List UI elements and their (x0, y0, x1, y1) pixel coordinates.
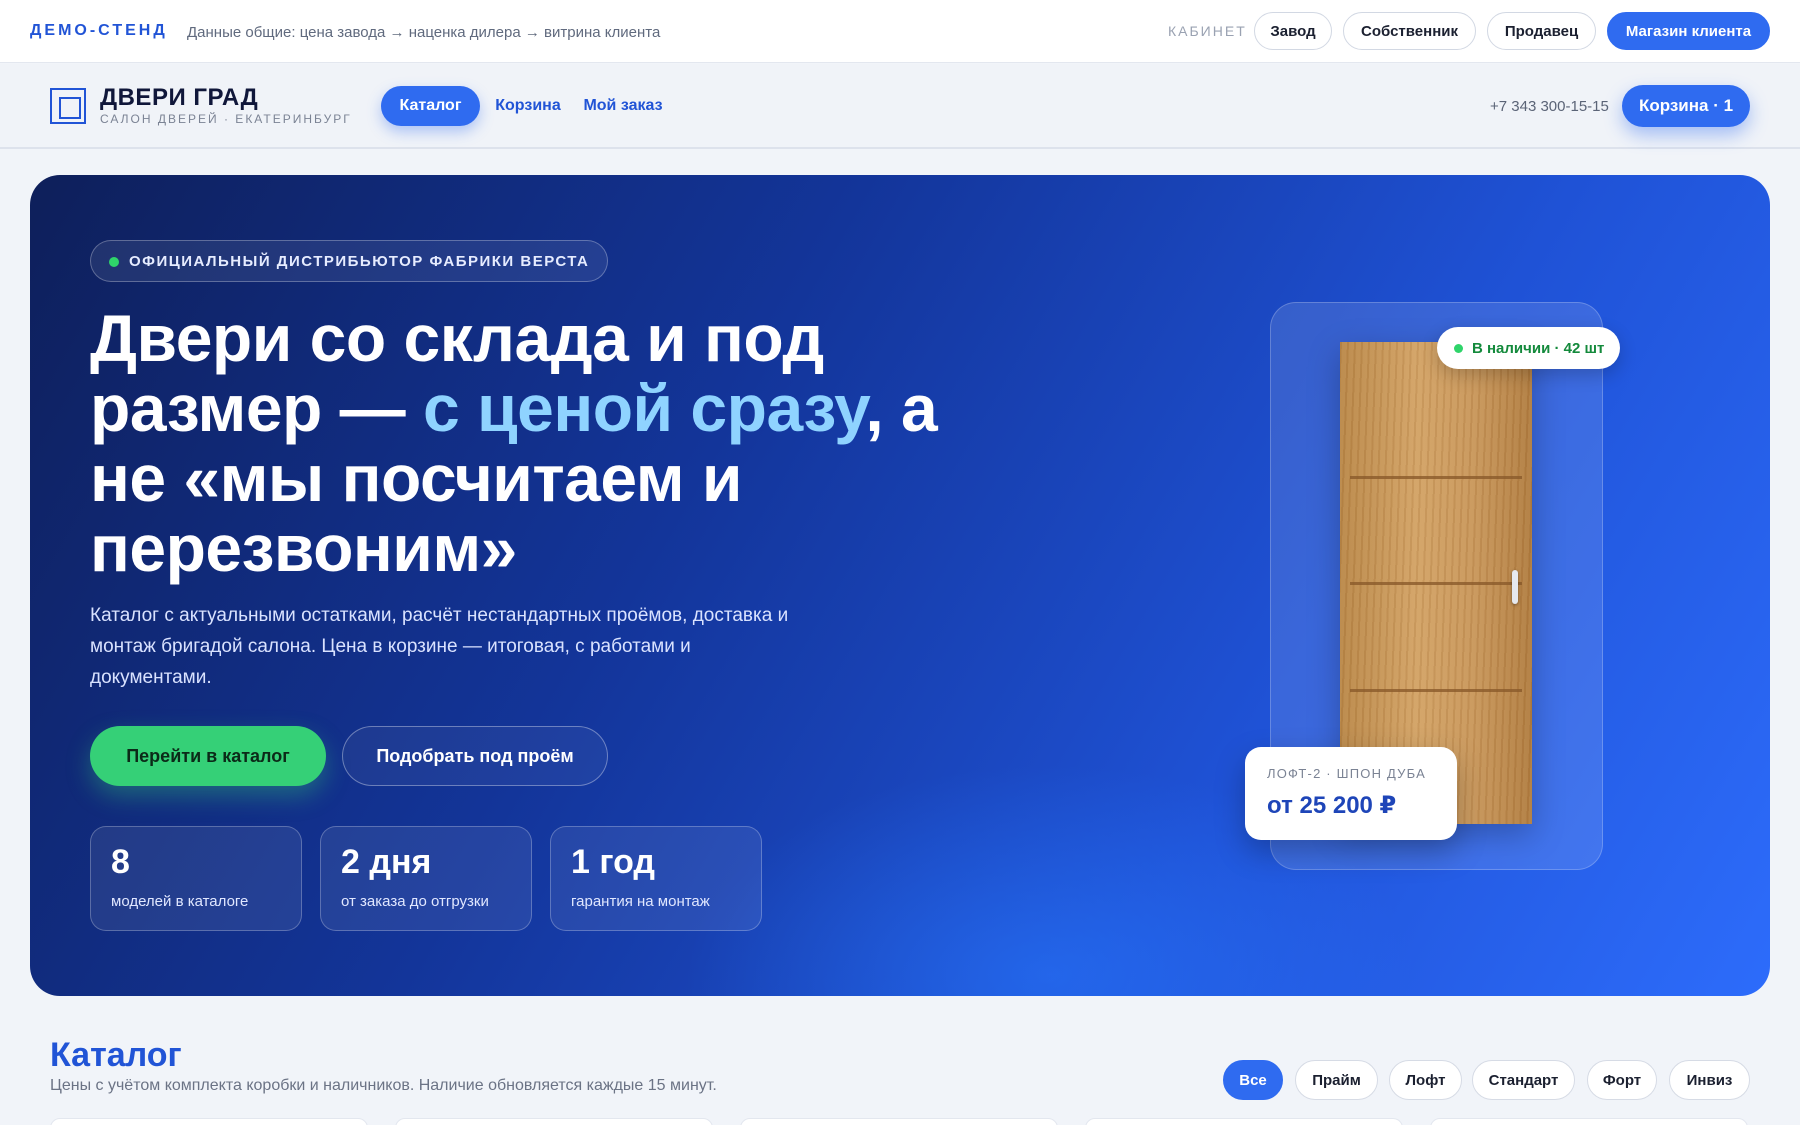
logo-icon[interactable] (50, 88, 86, 124)
role-client-store-button[interactable]: Магазин клиента (1607, 12, 1770, 50)
demo-bar: ДЕМО-СТЕНД Данные общие: цена завода → н… (0, 0, 1800, 63)
door-groove (1350, 689, 1522, 692)
stock-text: В наличии · 42 шт (1472, 339, 1605, 357)
door-groove (1350, 582, 1522, 585)
nav-my-order[interactable]: Мой заказ (578, 86, 668, 126)
product-card-peek[interactable] (740, 1118, 1058, 1125)
in-stock-dot-icon (1454, 344, 1463, 353)
stat-warranty: 1 год гарантия на монтаж (550, 826, 762, 931)
role-seller-button[interactable]: Продавец (1487, 12, 1596, 50)
stat-warranty-value: 1 год (571, 843, 655, 881)
cart-button[interactable]: Корзина · 1 (1622, 85, 1750, 127)
hero-title-accent: с ценой сразу (423, 371, 866, 445)
hero-title: Двери со склада и под размер — с ценой с… (90, 303, 990, 583)
stat-models-value: 8 (111, 843, 130, 881)
distributor-badge-text: ОФИЦИАЛЬНЫЙ ДИСТРИБЬЮТОР ФАБРИКИ ВЕРСТА (129, 252, 590, 270)
status-dot-icon (109, 257, 119, 267)
match-opening-button[interactable]: Подобрать под проём (342, 726, 608, 786)
filter-prime[interactable]: Прайм (1295, 1060, 1378, 1100)
product-model: ЛОФТ-2 · ШПОН ДУБА (1267, 766, 1426, 781)
stock-badge: В наличии · 42 шт (1437, 327, 1620, 369)
stat-models-label: моделей в каталоге (111, 893, 249, 910)
filter-fort[interactable]: Форт (1587, 1060, 1657, 1100)
nav-catalog[interactable]: Каталог (381, 86, 480, 126)
filter-standard[interactable]: Стандарт (1472, 1060, 1575, 1100)
price-card[interactable]: ЛОФТ-2 · ШПОН ДУБА от 25 200 ₽ (1245, 747, 1457, 840)
product-price: от 25 200 ₽ (1267, 792, 1397, 819)
filter-invis[interactable]: Инвиз (1669, 1060, 1750, 1100)
stat-warranty-label: гарантия на монтаж (571, 893, 710, 910)
product-card-peek[interactable] (395, 1118, 713, 1125)
cabinet-label: КАБИНЕТ (1168, 23, 1247, 39)
product-card-peek[interactable] (50, 1118, 368, 1125)
catalog-subtitle: Цены с учётом комплекта коробки и наличн… (50, 1077, 717, 1094)
site-header: ДВЕРИ ГРАД САЛОН ДВЕРЕЙ · ЕКАТЕРИНБУРГ К… (0, 64, 1800, 149)
distributor-badge: ОФИЦИАЛЬНЫЙ ДИСТРИБЬЮТОР ФАБРИКИ ВЕРСТА (90, 240, 609, 282)
logo-title[interactable]: ДВЕРИ ГРАД (100, 84, 258, 112)
product-card-peek[interactable] (1085, 1118, 1403, 1125)
stat-models: 8 моделей в каталоге (90, 826, 302, 931)
demo-brand: ДЕМО-СТЕНД (30, 22, 168, 39)
go-to-catalog-button[interactable]: Перейти в каталог (90, 726, 326, 786)
filter-all[interactable]: Все (1223, 1060, 1283, 1100)
logo-subtitle: САЛОН ДВЕРЕЙ · ЕКАТЕРИНБУРГ (100, 112, 352, 126)
stat-shipping-label: от заказа до отгрузки (341, 893, 489, 910)
door-handle-icon (1512, 570, 1518, 604)
filter-loft[interactable]: Лофт (1389, 1060, 1462, 1100)
role-owner-button[interactable]: Собственник (1343, 12, 1476, 50)
phone-number[interactable]: +7 343 300-15-15 (1490, 98, 1609, 115)
stat-shipping-value: 2 дня (341, 843, 432, 881)
product-card-peek[interactable] (1430, 1118, 1748, 1125)
catalog-title: Каталог (50, 1036, 182, 1074)
demo-note: Данные общие: цена завода → наценка диле… (187, 24, 661, 41)
role-factory-button[interactable]: Завод (1254, 12, 1332, 50)
nav-cart[interactable]: Корзина (490, 86, 566, 126)
hero-description: Каталог с актуальными остатками, расчёт … (90, 605, 789, 688)
door-groove (1350, 476, 1522, 479)
stat-shipping: 2 дня от заказа до отгрузки (320, 826, 532, 931)
